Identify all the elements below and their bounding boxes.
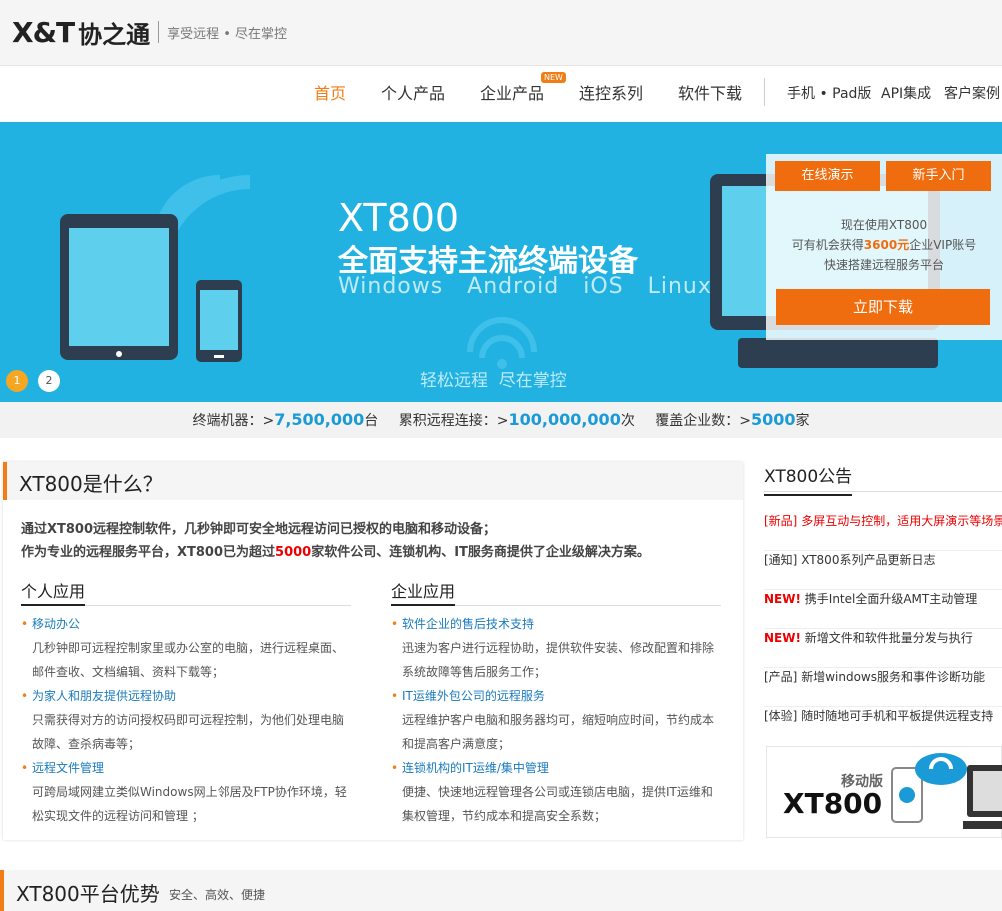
nav-remote-series[interactable]: 连控系列 bbox=[579, 80, 643, 104]
enterprise-apps-column: 企业应用 软件企业的售后技术支持 迅速为客户进行远程协助，提供软件安装、修改配置… bbox=[391, 578, 721, 823]
logo-divider bbox=[158, 21, 160, 43]
stat-terminals: 终端机器：>7,500,000台 bbox=[192, 410, 379, 429]
main-nav: 首页 个人产品 企业产品 NEW 连控系列 软件下载 手机 • Pad版 API… bbox=[0, 66, 1002, 122]
mobile-version-ad[interactable]: 移动版 XT800 bbox=[766, 746, 1002, 838]
mobile-brand: XT800 bbox=[783, 787, 883, 820]
logo-tagline: 享受远程 • 尽在掌控 bbox=[167, 26, 288, 42]
stat-connections: 累积远程连接：>100,000,000次 bbox=[398, 410, 635, 429]
app-desc: 邮件查收、文档编辑、资料下载等； bbox=[32, 665, 225, 679]
personal-app-item: 远程文件管理 可跨局域网建立类似Windows网上邻居及FTP协作环境，轻 松实… bbox=[21, 756, 351, 828]
app-desc: 只需获得对方的访问授权码即可远程控制，为他们处理电脑 bbox=[32, 713, 345, 727]
what-is-section: XT800是什么？ 通过XT800远程控制软件，几秒钟即可安全地远程访问已授权的… bbox=[3, 462, 743, 840]
nav-cases[interactable]: 客户案例 bbox=[944, 83, 1000, 103]
quick-start-panel: 在线演示 新手入门 现在使用XT800 可有机会获得3600元企业VIP账号 快… bbox=[766, 154, 1002, 340]
app-desc: 集权管理，节约成本和提高安全系数； bbox=[402, 809, 607, 823]
personal-apps-column: 个人应用 移动办公 几秒钟即可远程控制家里或办公室的电脑，进行远程桌面、 邮件查… bbox=[21, 578, 351, 823]
logo-latin: X&T bbox=[12, 15, 75, 49]
announcement-item[interactable]: NEW! 携手Intel全面升级AMT主动管理 bbox=[764, 590, 1002, 629]
panel-line-3: 快速搭建远程服务平台 bbox=[823, 258, 944, 272]
app-desc: 系统故障等售后服务工作； bbox=[402, 665, 547, 679]
enterprise-app-item: 连锁机构的IT运维/集中管理 便捷、快速地远程管理各公司或连锁店电脑，提供IT运… bbox=[391, 756, 721, 828]
carousel-dot-1[interactable]: 1 bbox=[6, 370, 28, 392]
app-link[interactable]: 为家人和朋友提供远程协助 bbox=[21, 684, 351, 708]
announcement-item[interactable]: [产品] 新增windows服务和事件诊断功能 bbox=[764, 668, 1002, 707]
nav-enterprise-products[interactable]: 企业产品 bbox=[480, 80, 544, 104]
intro-text: 通过XT800远程控制软件，几秒钟即可安全地远程访问已授权的电脑和移动设备； 作… bbox=[21, 522, 650, 560]
panel-line-1: 现在使用XT800 bbox=[840, 218, 928, 232]
app-desc: 几秒钟即可远程控制家里或办公室的电脑，进行远程桌面、 bbox=[32, 641, 345, 655]
app-link[interactable]: 连锁机构的IT运维/集中管理 bbox=[391, 756, 721, 780]
announcement-item[interactable]: [体验] 随时随地可手机和平板提供远程支持 bbox=[764, 707, 1002, 746]
cloud-sync-icon bbox=[915, 753, 967, 785]
announcement-item[interactable]: [新品] 多屏互动与控制，适用大屏演示等场景 bbox=[764, 512, 1002, 551]
nav-divider bbox=[764, 78, 765, 106]
beginner-guide-button[interactable]: 新手入门 bbox=[886, 161, 991, 191]
personal-app-item: 为家人和朋友提供远程协助 只需获得对方的访问授权码即可远程控制，为他们处理电脑 … bbox=[21, 684, 351, 756]
new-badge: NEW bbox=[541, 72, 566, 83]
advantages-subtitle: 安全、高效、便捷 bbox=[169, 888, 266, 902]
announcement-item[interactable]: [通知] XT800系列产品更新日志 bbox=[764, 551, 1002, 590]
nav-mobile-pad[interactable]: 手机 • Pad版 bbox=[787, 83, 871, 103]
advantages-title: XT800平台优势 bbox=[16, 882, 160, 906]
app-desc: 可跨局域网建立类似Windows网上邻居及FTP协作环境，轻 bbox=[32, 785, 347, 799]
laptop-icon bbox=[963, 765, 1002, 829]
stat-companies: 覆盖企业数：>5000家 bbox=[655, 410, 810, 429]
site-logo[interactable]: X&T 协之通 享受远程 • 尽在掌控 bbox=[12, 15, 288, 49]
tablet-device-icon bbox=[60, 214, 178, 360]
section-header: XT800是什么？ bbox=[3, 462, 743, 500]
wifi-center-icon bbox=[467, 317, 537, 369]
panel-line-2: 可有机会获得3600元企业VIP账号 bbox=[791, 238, 977, 252]
app-desc: 便捷、快速地远程管理各公司或连锁店电脑，提供IT运维和 bbox=[402, 785, 713, 799]
enterprise-apps-heading: 企业应用 bbox=[391, 578, 456, 606]
personal-apps-heading: 个人应用 bbox=[21, 578, 86, 606]
app-desc: 和提高客户满意度； bbox=[402, 737, 511, 751]
app-link[interactable]: 软件企业的售后技术支持 bbox=[391, 612, 721, 636]
app-desc: 故障、查杀病毒等； bbox=[32, 737, 141, 751]
nav-api[interactable]: API集成 bbox=[881, 83, 931, 103]
panel-highlight: 3600元 bbox=[863, 238, 910, 252]
app-desc: 迅速为客户进行远程协助，提供软件安装、修改配置和排除 bbox=[402, 641, 715, 655]
advantages-section: XT800平台优势 安全、高效、便捷 bbox=[0, 870, 1002, 911]
personal-app-item: 移动办公 几秒钟即可远程控制家里或办公室的电脑，进行远程桌面、 邮件查收、文档编… bbox=[21, 612, 351, 684]
top-bar: X&T 协之通 享受远程 • 尽在掌控 bbox=[0, 0, 1002, 66]
carousel-dot-2[interactable]: 2 bbox=[38, 370, 60, 392]
banner-slogan: 轻松远程 尽在掌控 bbox=[420, 371, 567, 391]
phone-device-icon bbox=[196, 280, 242, 362]
nav-home[interactable]: 首页 bbox=[314, 80, 346, 104]
banner-os-list: Windows Android iOS Linux bbox=[338, 274, 712, 299]
stats-bar: 终端机器：>7,500,000台 累积远程连接：>100,000,000次 覆盖… bbox=[0, 402, 1002, 438]
nav-personal-products[interactable]: 个人产品 bbox=[381, 80, 445, 104]
app-desc: 松实现文件的远程访问和管理 ； bbox=[32, 809, 204, 823]
section-title: XT800是什么？ bbox=[19, 472, 163, 496]
app-link[interactable]: IT运维外包公司的远程服务 bbox=[391, 684, 721, 708]
app-link[interactable]: 移动办公 bbox=[21, 612, 351, 636]
logo-chinese: 协之通 bbox=[78, 20, 151, 49]
announcement-item[interactable]: NEW! 新增文件和软件批量分发与执行 bbox=[764, 629, 1002, 668]
app-link[interactable]: 远程文件管理 bbox=[21, 756, 351, 780]
app-desc: 远程维护客户电脑和服务器均可，缩短响应时间，节约成本 bbox=[402, 713, 715, 727]
nav-download[interactable]: 软件下载 bbox=[678, 80, 742, 104]
announcements-header: XT800公告 bbox=[764, 462, 1002, 496]
banner-title: XT800 bbox=[338, 196, 460, 240]
announcements-title: XT800公告 bbox=[764, 462, 853, 496]
enterprise-app-item: 软件企业的售后技术支持 迅速为客户进行远程协助，提供软件安装、修改配置和排除 系… bbox=[391, 612, 721, 684]
online-demo-button[interactable]: 在线演示 bbox=[775, 161, 880, 191]
hero-banner: XT800 全面支持主流终端设备 Windows Android iOS Lin… bbox=[0, 122, 1002, 402]
enterprise-app-item: IT运维外包公司的远程服务 远程维护客户电脑和服务器均可，缩短响应时间，节约成本… bbox=[391, 684, 721, 756]
download-now-button[interactable]: 立即下载 bbox=[776, 289, 990, 325]
